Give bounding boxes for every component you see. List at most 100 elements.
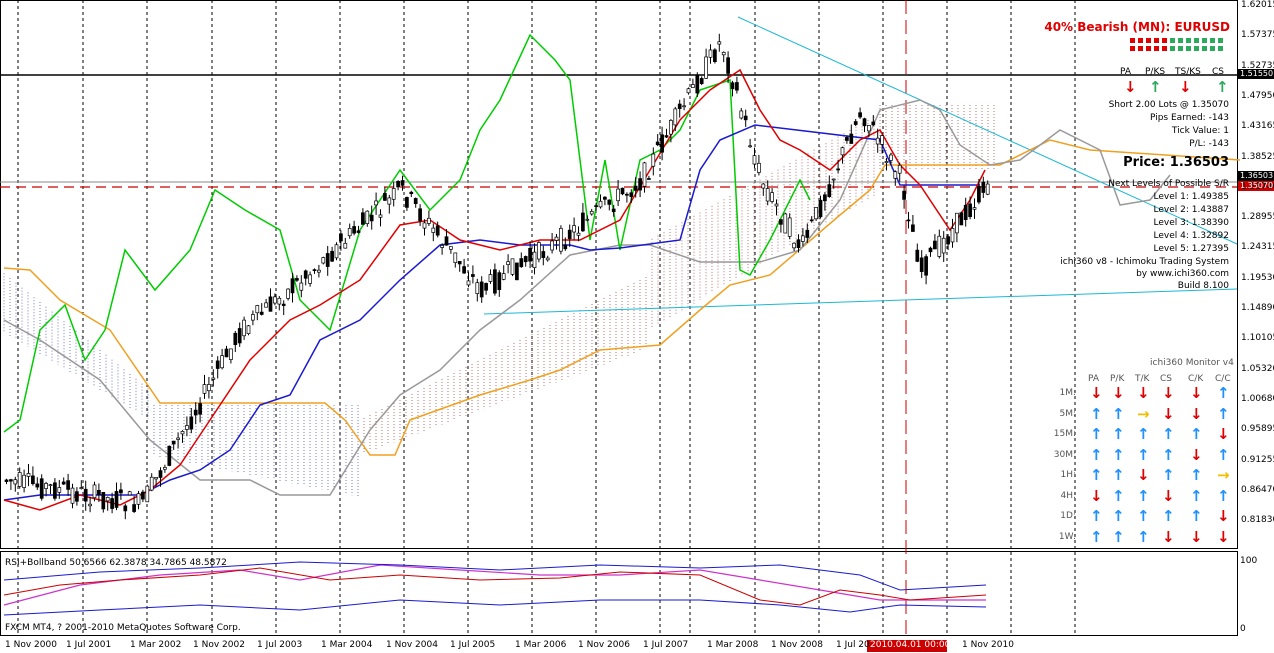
build-text: Build 8.100: [1177, 281, 1229, 291]
level-2: Level 2: 1.43887: [1153, 205, 1229, 215]
time-axis-label: 1 Nov 2008: [771, 640, 823, 650]
time-axis-label: 1 Nov 2002: [193, 640, 245, 650]
status-col-1: P/KS: [1145, 67, 1166, 77]
status-arrow-down-icon: ↓: [1124, 78, 1137, 96]
price-axis-label: 1.14890: [1241, 303, 1274, 313]
pl-text: P/L: -143: [1189, 139, 1229, 149]
monitor-col-header: PA: [1088, 374, 1100, 384]
time-axis-label: 1 Nov 2010: [962, 640, 1014, 650]
monitor-arrow-down-icon: ↓: [1217, 507, 1230, 525]
status-arrow-up-icon: ↑: [1216, 78, 1229, 96]
time-axis-label: 1 Jul 2005: [450, 640, 496, 650]
monitor-arrow-right-icon: →: [1137, 404, 1150, 423]
monitor-arrow-up-icon: ↑: [1090, 466, 1103, 484]
monitor-col-header: P/K: [1110, 374, 1125, 384]
pips-text: Pips Earned: -143: [1149, 113, 1229, 123]
rsi-axis-top: 100: [1240, 556, 1258, 566]
monitor-arrow-up-icon: ↑: [1112, 486, 1125, 505]
price-axis-label: 1.38525: [1241, 151, 1274, 162]
monitor-timeframe: 1H:: [1060, 470, 1076, 480]
monitor-arrow-down-icon: ↓: [1190, 445, 1203, 464]
monitor-arrow-down-icon: ↓: [1190, 527, 1203, 546]
price-chart[interactable]: [0, 0, 1274, 653]
monitor-col-header: C/K: [1188, 374, 1204, 384]
monitor-timeframe: 15M:: [1053, 429, 1076, 439]
monitor-arrow-up-icon: ↑: [1217, 384, 1230, 402]
monitor-arrow-up-icon: ↑: [1112, 466, 1125, 484]
time-axis-label: 1 Jul 2001: [66, 640, 112, 650]
monitor-arrow-up-icon: ↑: [1137, 507, 1150, 525]
price-axis-label: 0.86470: [1241, 484, 1274, 495]
indicator-label: RSI+Bollband 50.6566 62.3878 34.7865 48.…: [5, 558, 227, 568]
price-axis-label: 1.28955: [1241, 212, 1274, 223]
price-axis-label: 1.10105: [1241, 333, 1274, 344]
monitor-arrow-down-icon: ↓: [1162, 384, 1175, 402]
bias-headline: 40% Bearish (MN): EURUSD: [1044, 20, 1230, 34]
status-col-0: PA: [1120, 67, 1132, 77]
monitor-arrow-up-icon: ↑: [1162, 445, 1175, 464]
price-axis-label: 1.57375: [1241, 30, 1274, 41]
tag-current: 1.36503: [1240, 171, 1274, 180]
tag-level-red: 1.35070: [1240, 181, 1274, 190]
monitor-arrow-up-icon: ↑: [1217, 486, 1230, 505]
monitor-arrow-up-icon: ↑: [1090, 507, 1103, 525]
time-axis-label: 1 Jul 2003: [257, 640, 303, 650]
time-axis-label: 1 Jul 2007: [643, 640, 689, 650]
monitor-arrow-up-icon: ↑: [1137, 425, 1150, 443]
price-axis-label: 1.47950: [1241, 90, 1274, 101]
status-col-2: TS/KS: [1175, 67, 1201, 77]
time-axis-label: 1 Mar 2004: [321, 640, 373, 650]
monitor-arrow-up-icon: ↑: [1137, 486, 1150, 505]
monitor-arrow-up-icon: ↑: [1090, 404, 1103, 423]
price-axis-label: 1.43165: [1241, 121, 1274, 132]
sr-title: Next Levels of Possible S/R: [1108, 179, 1229, 189]
monitor-timeframe: 4H:: [1060, 490, 1076, 501]
monitor-arrow-up-icon: ↑: [1112, 425, 1125, 443]
price-axis-label: 1.24315: [1241, 242, 1274, 253]
monitor-arrow-up-icon: ↑: [1162, 507, 1175, 525]
time-axis-label: 1 Nov 2004: [386, 640, 438, 650]
monitor-arrow-up-icon: ↑: [1112, 527, 1125, 546]
price-axis-label: 0.81830: [1241, 515, 1274, 526]
monitor-arrow-up-icon: ↑: [1217, 404, 1230, 423]
monitor-arrow-up-icon: ↑: [1112, 404, 1125, 423]
site-text: by www.ichi360.com: [1136, 269, 1229, 279]
monitor-arrow-up-icon: ↑: [1090, 527, 1103, 546]
monitor-col-header: C/C: [1215, 374, 1231, 384]
monitor-arrow-down-icon: ↓: [1162, 527, 1175, 546]
date-tag-label: 2010.04.01 00:00: [870, 640, 951, 650]
monitor-arrow-down-icon: ↓: [1090, 384, 1103, 402]
status-arrow-up-icon: ↑: [1149, 78, 1162, 96]
monitor-timeframe: 1D:: [1060, 511, 1076, 521]
level-5: Level 5: 1.27395: [1153, 244, 1229, 254]
monitor-timeframe: 1W:: [1058, 531, 1076, 542]
monitor-arrow-up-icon: ↑: [1112, 507, 1125, 525]
monitor-arrow-up-icon: ↑: [1090, 425, 1103, 443]
system-text: ichi360 v8 - Ichimoku Trading System: [1060, 257, 1229, 267]
monitor-arrow-up-icon: ↑: [1162, 466, 1175, 484]
copyright: FXCM MT4, ? 2001-2010 MetaQuotes Softwar…: [5, 623, 241, 633]
monitor-timeframe: 30M:: [1053, 449, 1076, 460]
level-1: Level 1: 1.49385: [1153, 192, 1229, 202]
monitor-arrow-up-icon: ↑: [1162, 425, 1175, 443]
price-axis-label: 1.62015: [1241, 0, 1274, 10]
monitor-arrow-up-icon: ↑: [1112, 445, 1125, 464]
time-axis-label: 1 Mar 2006: [515, 640, 567, 650]
price-axis-label: 0.95895: [1241, 424, 1274, 435]
monitor-arrow-down-icon: ↓: [1162, 404, 1175, 423]
monitor-arrow-down-icon: ↓: [1090, 486, 1103, 505]
monitor-arrow-up-icon: ↑: [1090, 445, 1103, 464]
time-axis-label: 1 Nov 2000: [5, 640, 57, 650]
time-axis-label: 1 Mar 2008: [707, 640, 759, 650]
monitor-arrow-down-icon: ↓: [1112, 384, 1125, 402]
monitor-arrow-down-icon: ↓: [1162, 486, 1175, 505]
monitor-arrow-right-icon: →: [1217, 466, 1230, 484]
monitor-arrow-down-icon: ↓: [1137, 466, 1150, 484]
monitor-arrow-down-icon: ↓: [1137, 384, 1150, 402]
price-axis-label: 1.19530: [1241, 272, 1274, 283]
monitor-arrow-up-icon: ↑: [1190, 425, 1203, 443]
price-axis-label: 1.05320: [1241, 363, 1274, 374]
time-axis-label: 1 Mar 2002: [130, 640, 182, 650]
monitor-arrow-up-icon: ↑: [1190, 466, 1203, 484]
level-3: Level 3: 1.38390: [1153, 218, 1229, 228]
